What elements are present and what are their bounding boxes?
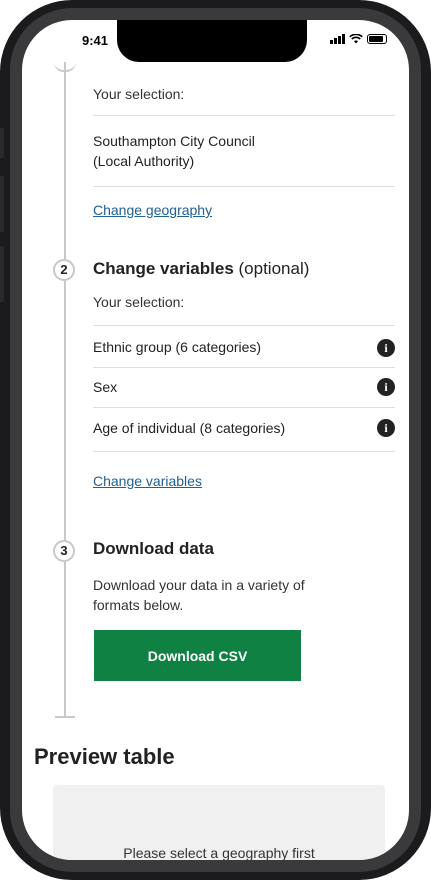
geography-selected-line1: Southampton City Council <box>93 133 255 149</box>
phone-screen: 9:41 Your selection: Southampton City Co… <box>22 20 409 860</box>
download-csv-button[interactable]: Download CSV <box>94 630 301 681</box>
battery-icon <box>367 33 387 44</box>
change-geography-link[interactable]: Change geography <box>93 200 212 220</box>
signal-icon <box>330 33 345 44</box>
divider <box>93 325 395 326</box>
variable-label: Age of individual (8 categories) <box>93 420 286 436</box>
step-2-badge: 2 <box>53 259 75 281</box>
info-icon[interactable]: i <box>377 339 395 357</box>
status-time: 9:41 <box>82 33 109 48</box>
divider <box>93 407 395 408</box>
variable-label: Ethnic group (6 categories) <box>93 339 262 355</box>
step-3-badge: 3 <box>53 540 75 562</box>
geography-selected-line2: (Local Authority) <box>93 153 195 169</box>
download-description-line2: formats below. <box>93 597 184 613</box>
divider <box>93 115 395 116</box>
variables-selection-label: Your selection: <box>93 294 185 310</box>
preview-empty-message: Please select a geography first <box>123 845 315 860</box>
info-icon[interactable]: i <box>377 378 395 396</box>
mute-switch <box>0 128 4 158</box>
divider <box>93 451 395 452</box>
variable-label: Sex <box>93 379 118 395</box>
volume-down-button <box>0 246 4 302</box>
divider <box>93 367 395 368</box>
download-description-line1: Download your data in a variety of <box>93 577 305 593</box>
wifi-icon <box>349 33 363 43</box>
status-icons <box>330 33 387 44</box>
change-variables-link[interactable]: Change variables <box>93 471 202 491</box>
volume-up-button <box>0 176 4 232</box>
preview-table-title: Preview table <box>34 744 175 769</box>
timeline-line <box>64 62 66 717</box>
change-variables-heading: Change variables (optional) <box>93 259 309 279</box>
optional-label: (optional) <box>238 259 310 278</box>
download-data-heading: Download data <box>93 539 214 558</box>
timeline-end <box>55 716 75 718</box>
preview-table-box: Please select a geography first <box>53 785 385 860</box>
info-icon[interactable]: i <box>377 419 395 437</box>
change-variables-title: Change variables <box>93 259 234 278</box>
notch <box>117 20 307 62</box>
geography-selection-label: Your selection: <box>93 86 185 102</box>
divider <box>93 186 395 187</box>
